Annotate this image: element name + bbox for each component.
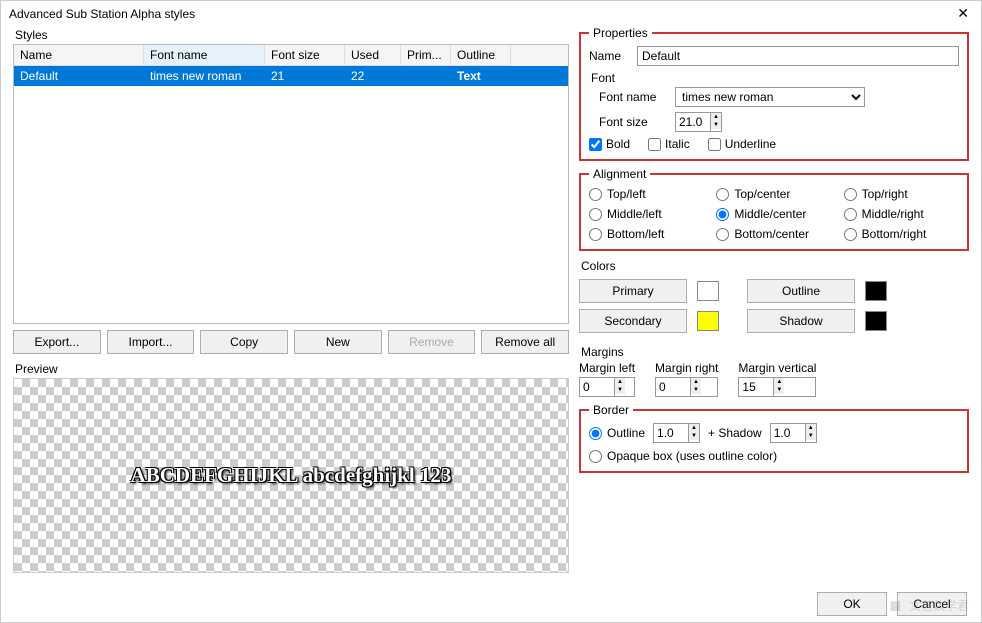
- copy-button[interactable]: Copy: [200, 330, 288, 354]
- dialog-window: Advanced Sub Station Alpha styles ✕ Styl…: [0, 0, 982, 623]
- fontsize-label: Font size: [599, 115, 669, 129]
- margin-vertical-label: Margin vertical: [738, 361, 816, 375]
- align-bottom-left[interactable]: Bottom/left: [589, 227, 704, 241]
- outline-color-button[interactable]: Outline: [747, 279, 855, 303]
- import-button[interactable]: Import...: [107, 330, 195, 354]
- cell-fontname: times new roman: [144, 66, 265, 86]
- name-label: Name: [589, 49, 631, 63]
- font-sublegend: Font: [589, 71, 959, 85]
- shadow-color-button[interactable]: Shadow: [747, 309, 855, 333]
- border-group: Border Outline ▲▼ + Shadow ▲▼ Opaque box…: [579, 403, 969, 473]
- colors-legend: Colors: [579, 259, 969, 273]
- fontname-label: Font name: [599, 90, 669, 104]
- border-legend: Border: [589, 403, 633, 417]
- primary-color-button[interactable]: Primary: [579, 279, 687, 303]
- fontsize-input[interactable]: [676, 113, 710, 131]
- margin-left-label: Margin left: [579, 361, 635, 375]
- border-shadow-spinner[interactable]: ▲▼: [770, 423, 817, 443]
- secondary-swatch[interactable]: [697, 311, 719, 331]
- fontsize-spinner[interactable]: ▲▼: [675, 112, 722, 132]
- ok-button[interactable]: OK: [817, 592, 887, 616]
- spin-up-icon[interactable]: ▲: [711, 113, 721, 121]
- titlebar: Advanced Sub Station Alpha styles ✕: [1, 1, 981, 26]
- margins-legend: Margins: [579, 345, 969, 359]
- italic-checkbox[interactable]: Italic: [648, 137, 690, 151]
- align-top-left[interactable]: Top/left: [589, 187, 704, 201]
- cell-primary: [401, 66, 451, 86]
- preview-area: ABCDEFGHIJKL abcdefghijkl 123: [13, 378, 569, 573]
- margin-left-spinner[interactable]: ▲▼: [579, 377, 635, 397]
- outline-swatch[interactable]: [865, 281, 887, 301]
- col-name[interactable]: Name: [14, 45, 144, 66]
- col-used[interactable]: Used: [345, 45, 401, 66]
- new-button[interactable]: New: [294, 330, 382, 354]
- cancel-button[interactable]: Cancel: [897, 592, 967, 616]
- table-row[interactable]: Default times new roman 21 22 Text: [14, 66, 568, 86]
- name-input[interactable]: [637, 46, 959, 66]
- align-middle-center[interactable]: Middle/center: [716, 207, 831, 221]
- styles-table-header: Name Font name Font size Used Prim... Ou…: [14, 45, 568, 66]
- border-outline-spinner[interactable]: ▲▼: [653, 423, 700, 443]
- styles-legend: Styles: [13, 28, 569, 42]
- col-primary[interactable]: Prim...: [401, 45, 451, 66]
- styles-table[interactable]: Name Font name Font size Used Prim... Ou…: [13, 44, 569, 324]
- border-outline-radio[interactable]: Outline: [589, 426, 645, 440]
- spin-down-icon[interactable]: ▼: [711, 121, 721, 129]
- preview-text: ABCDEFGHIJKL abcdefghijkl 123: [131, 463, 452, 488]
- primary-swatch[interactable]: [697, 281, 719, 301]
- border-shadow-label: + Shadow: [708, 426, 762, 440]
- margin-right-spinner[interactable]: ▲▼: [655, 377, 718, 397]
- align-middle-right[interactable]: Middle/right: [844, 207, 959, 221]
- alignment-legend: Alignment: [589, 167, 650, 181]
- col-fontname[interactable]: Font name: [144, 45, 265, 66]
- cell-used: 22: [345, 66, 401, 86]
- align-bottom-center[interactable]: Bottom/center: [716, 227, 831, 241]
- underline-checkbox[interactable]: Underline: [708, 137, 776, 151]
- bold-checkbox[interactable]: Bold: [589, 137, 630, 151]
- align-top-center[interactable]: Top/center: [716, 187, 831, 201]
- properties-group: Properties Name Font Font name times new…: [579, 26, 969, 161]
- border-opaque-radio[interactable]: Opaque box (uses outline color): [589, 449, 959, 463]
- margin-right-label: Margin right: [655, 361, 718, 375]
- close-icon[interactable]: ✕: [953, 5, 973, 22]
- alignment-group: Alignment Top/left Top/center Top/right Mid…: [579, 167, 969, 251]
- cell-fontsize: 21: [265, 66, 345, 86]
- shadow-swatch[interactable]: [865, 311, 887, 331]
- align-middle-left[interactable]: Middle/left: [589, 207, 704, 221]
- fontname-select[interactable]: times new roman: [675, 87, 865, 107]
- export-button[interactable]: Export...: [13, 330, 101, 354]
- properties-legend: Properties: [589, 26, 652, 40]
- secondary-color-button[interactable]: Secondary: [579, 309, 687, 333]
- window-title: Advanced Sub Station Alpha styles: [9, 7, 195, 21]
- cell-name: Default: [14, 66, 144, 86]
- margin-vertical-spinner[interactable]: ▲▼: [738, 377, 816, 397]
- remove-all-button[interactable]: Remove all: [481, 330, 569, 354]
- cell-outline: Text: [451, 66, 511, 86]
- col-fontsize[interactable]: Font size: [265, 45, 345, 66]
- col-outline[interactable]: Outline: [451, 45, 511, 66]
- preview-legend: Preview: [13, 362, 569, 376]
- align-top-right[interactable]: Top/right: [844, 187, 959, 201]
- align-bottom-right[interactable]: Bottom/right: [844, 227, 959, 241]
- remove-button: Remove: [388, 330, 476, 354]
